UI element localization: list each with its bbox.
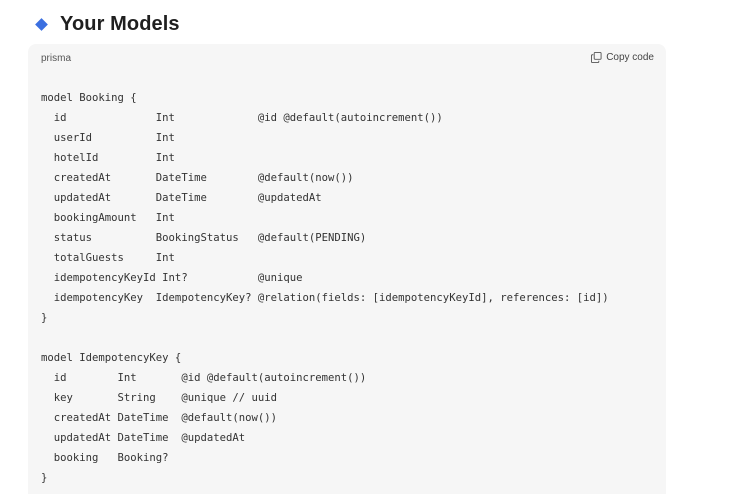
code-line: createdAt DateTime @default(now()) — [41, 412, 277, 424]
code-language-label: prisma — [41, 53, 72, 64]
code-line: idempotencyKey IdempotencyKey? @relation… — [41, 292, 609, 304]
code-line: idempotencyKeyId Int? @unique — [41, 272, 303, 284]
code-content: model Booking { id Int @id @default(auto… — [41, 88, 609, 488]
code-line: userId Int — [41, 132, 175, 144]
section-heading: Your Models — [35, 10, 180, 38]
code-line: model Booking { — [41, 92, 137, 104]
code-line: id Int @id @default(autoincrement()) — [41, 112, 443, 124]
code-line: booking Booking? — [41, 452, 169, 464]
code-line: model IdempotencyKey { — [41, 352, 182, 364]
section-title: Your Models — [60, 12, 180, 35]
code-line: key String @unique // uuid — [41, 392, 277, 404]
code-block: prisma Copy code model Booking { id Int … — [28, 44, 666, 494]
code-line: status BookingStatus @default(PENDING) — [41, 232, 367, 244]
code-line: id Int @id @default(autoincrement()) — [41, 372, 367, 384]
code-line: totalGuests Int — [41, 252, 175, 264]
diamond-bullet-icon — [35, 17, 48, 31]
code-line: updatedAt DateTime @updatedAt — [41, 192, 322, 204]
code-line: } — [41, 312, 48, 324]
code-line: updatedAt DateTime @updatedAt — [41, 432, 246, 444]
copy-code-label: Copy code — [606, 52, 654, 63]
code-line: hotelId Int — [41, 152, 175, 164]
code-line: bookingAmount Int — [41, 212, 175, 224]
code-line: } — [41, 472, 48, 484]
copy-code-button[interactable]: Copy code — [591, 52, 654, 63]
code-block-header: prisma Copy code — [28, 44, 666, 74]
copy-icon — [591, 52, 602, 63]
code-line: createdAt DateTime @default(now()) — [41, 172, 354, 184]
